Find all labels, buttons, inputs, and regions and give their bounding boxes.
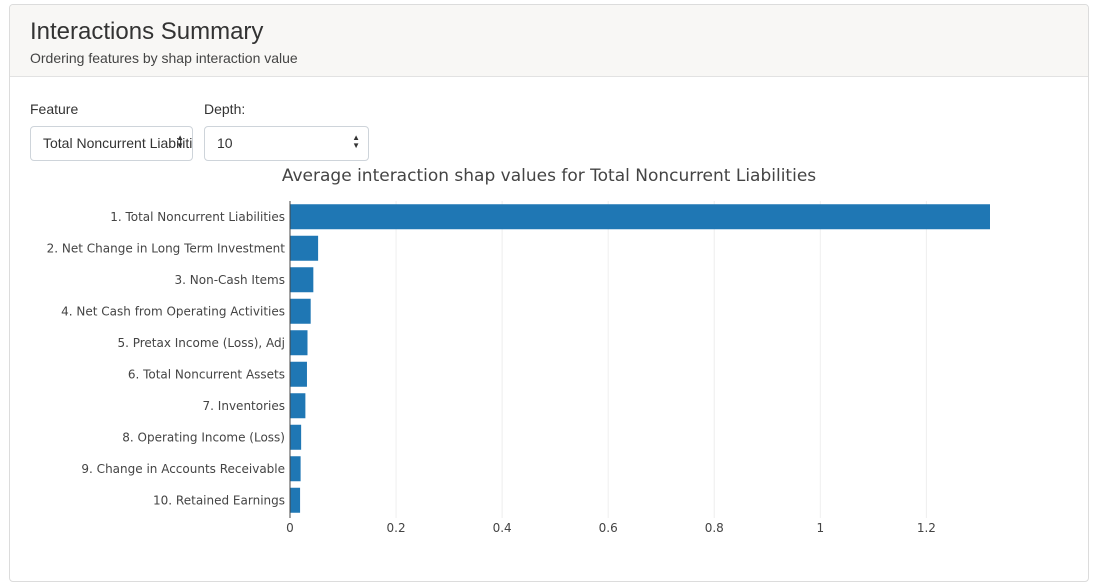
x-tick-label: 0.6 bbox=[599, 521, 618, 535]
x-tick-label: 0 bbox=[286, 521, 294, 535]
bar[interactable] bbox=[290, 298, 311, 324]
bar[interactable] bbox=[290, 361, 307, 387]
x-tick-label: 1 bbox=[816, 521, 824, 535]
category-label: 10. Retained Earnings bbox=[153, 493, 285, 507]
category-label: 1. Total Noncurrent Liabilities bbox=[110, 210, 285, 224]
bar[interactable] bbox=[290, 424, 302, 450]
bar[interactable] bbox=[290, 235, 319, 261]
bar[interactable] bbox=[290, 267, 314, 293]
chart-bars bbox=[290, 204, 990, 513]
x-tick-label: 0.2 bbox=[387, 521, 406, 535]
bar[interactable] bbox=[290, 487, 301, 513]
category-label: 6. Total Noncurrent Assets bbox=[128, 367, 285, 381]
bar[interactable] bbox=[290, 456, 301, 482]
x-tick-label: 0.4 bbox=[493, 521, 512, 535]
chart-grid bbox=[395, 201, 927, 518]
chart-category-labels: 1. Total Noncurrent Liabilities 2. Net Ch… bbox=[47, 210, 286, 508]
bar[interactable] bbox=[290, 204, 990, 230]
category-label: 4. Net Cash from Operating Activities bbox=[61, 304, 285, 318]
chart-x-ticks: 0 0.2 0.4 0.6 0.8 1 1.2 bbox=[286, 521, 936, 535]
category-label: 2. Net Change in Long Term Investment bbox=[47, 241, 286, 255]
bar[interactable] bbox=[290, 393, 306, 419]
interaction-bar-chart: Average interaction shap values for Tota… bbox=[47, 166, 990, 535]
interactions-summary-card: Interactions Summary Ordering features b… bbox=[9, 4, 1089, 582]
x-tick-label: 1.2 bbox=[917, 521, 936, 535]
category-label: 7. Inventories bbox=[203, 399, 285, 413]
category-label: 3. Non-Cash Items bbox=[175, 273, 286, 287]
category-label: 8. Operating Income (Loss) bbox=[122, 430, 285, 444]
x-tick-label: 0.8 bbox=[705, 521, 724, 535]
bar[interactable] bbox=[290, 330, 308, 356]
chart-title: Average interaction shap values for Tota… bbox=[282, 166, 816, 186]
category-label: 5. Pretax Income (Loss), Adj bbox=[117, 336, 285, 350]
category-label: 9. Change in Accounts Receivable bbox=[81, 462, 285, 476]
